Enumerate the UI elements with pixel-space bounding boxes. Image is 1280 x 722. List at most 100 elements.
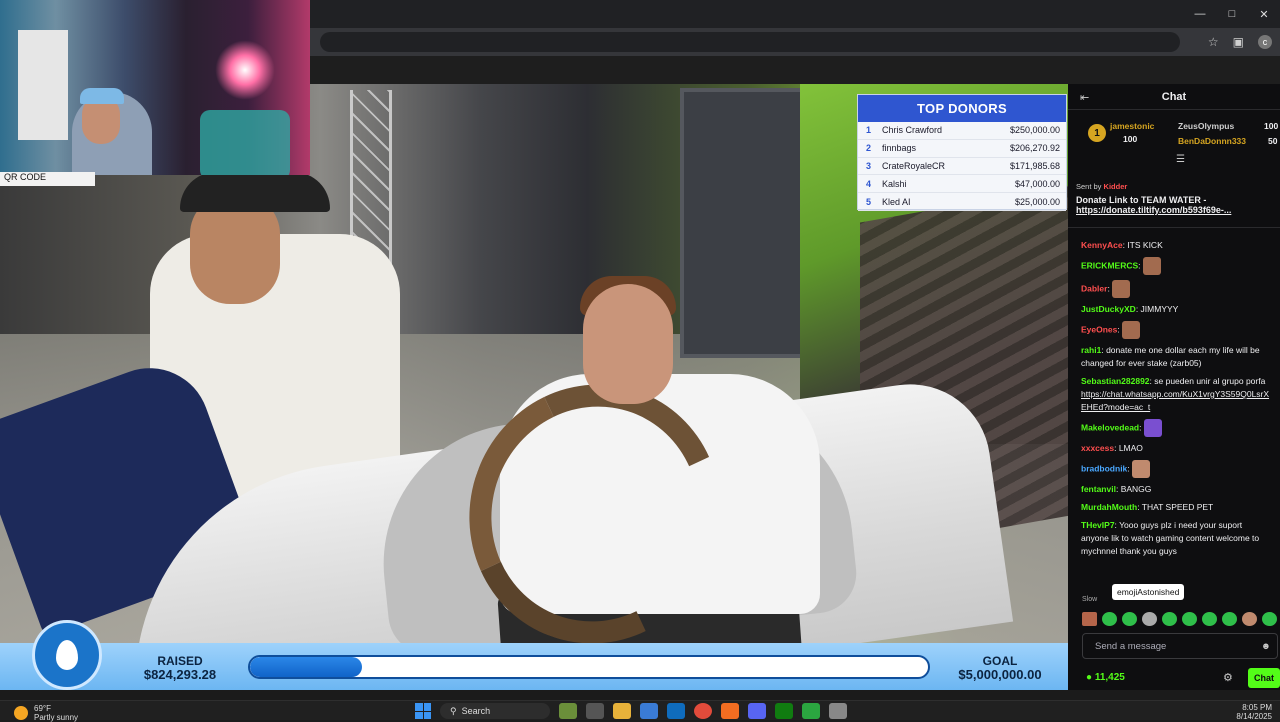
- collapse-chat-icon[interactable]: ⇤: [1080, 91, 1089, 104]
- xbox-icon[interactable]: [775, 703, 793, 719]
- chat-username[interactable]: bradbodnik: [1081, 463, 1127, 473]
- progress-fill: [250, 657, 362, 677]
- leaderboard-rank-badge: 1: [1088, 124, 1106, 142]
- task-view-icon[interactable]: [586, 703, 604, 719]
- chat-text: donate me one dollar each my life will b…: [1081, 345, 1260, 368]
- chat-message: THevIP7: Yooo guys plz i need your supor…: [1081, 520, 1260, 556]
- chat-text: LMAO: [1118, 443, 1143, 453]
- taskbar-search[interactable]: ⚲ Search: [440, 703, 550, 719]
- donor-amount: $25,000.00: [1014, 196, 1060, 207]
- chrome-icon[interactable]: [694, 703, 712, 719]
- chat-username[interactable]: THevIP7: [1081, 520, 1115, 530]
- taskbar-search-label: Search: [461, 706, 491, 716]
- video-person-head: [583, 284, 673, 404]
- weather-widget[interactable]: 69°F Partly sunny: [34, 704, 78, 722]
- chat-username[interactable]: fentanvil: [1081, 484, 1116, 494]
- pinned-sent-by-label: Sent by: [1076, 182, 1102, 191]
- webcam-streamer-cap: [80, 88, 124, 104]
- goal-label: GOAL: [982, 654, 1018, 668]
- emote-icon[interactable]: [1262, 612, 1277, 626]
- video-door: [680, 88, 810, 358]
- leaderboard-user[interactable]: ZeusOlympus: [1178, 121, 1234, 131]
- emote-icon[interactable]: [1102, 612, 1117, 626]
- chat-username[interactable]: xxxcess: [1081, 443, 1114, 453]
- weather-temp: 69°F: [34, 704, 51, 713]
- emote-icon[interactable]: [1202, 612, 1217, 626]
- settings-icon[interactable]: [829, 703, 847, 719]
- app-icon[interactable]: [802, 703, 820, 719]
- extensions-icon[interactable]: ▣: [1233, 35, 1244, 49]
- pinned-link[interactable]: https://donate.tiltify.com/b593f69e-...: [1076, 205, 1272, 215]
- start-button[interactable]: [415, 703, 431, 719]
- app-icon[interactable]: [559, 703, 577, 719]
- webcam-qr-tag: QR CODE: [0, 172, 95, 186]
- chat-username[interactable]: JustDuckyXD: [1081, 304, 1136, 314]
- progress-track: [248, 655, 930, 679]
- pinned-sent-by-user[interactable]: Kidder: [1104, 182, 1128, 191]
- leaderboard-user[interactable]: BenDaDonnn333: [1178, 136, 1246, 146]
- chat-message: bradbodnik:: [1068, 459, 1280, 482]
- chat-username[interactable]: rahi1: [1081, 345, 1101, 355]
- chat-link[interactable]: https://chat.whatsapp.com/KuX1vrgY3S59Q0…: [1081, 389, 1269, 412]
- donor-amount: $250,000.00: [1009, 125, 1060, 136]
- chat-text: THAT SPEED PET: [1141, 502, 1214, 512]
- close-icon[interactable]: ✕: [1248, 0, 1280, 28]
- chat-message: Dabler:: [1068, 279, 1280, 302]
- discord-icon[interactable]: [748, 703, 766, 719]
- system-clock[interactable]: 8:05 PM 8/14/2025: [1236, 703, 1272, 721]
- emote-icon[interactable]: [1082, 612, 1097, 626]
- webcam-overlay: [0, 0, 310, 175]
- donor-name: Kled AI: [882, 196, 911, 207]
- emote-icon[interactable]: [1122, 612, 1137, 626]
- donor-name: Chris Crawford: [882, 125, 943, 136]
- file-explorer-icon[interactable]: [613, 703, 631, 719]
- water-drop-icon: [56, 640, 78, 670]
- donor-row: 4 Kalshi $47,000.00: [858, 175, 1066, 194]
- slow-mode-label: Slow: [1082, 596, 1098, 603]
- donor-name: finnbags: [882, 143, 917, 154]
- pinned-message: Sent by Kidder Donate Link to TEAM WATER…: [1068, 176, 1280, 228]
- chat-input[interactable]: Send a message ☻: [1082, 633, 1278, 659]
- chat-message: Makelovedead:: [1068, 418, 1280, 441]
- gift-leaderboard: 1 jamestonic 100 ZeusOlympus 100 BenDaDo…: [1068, 112, 1280, 165]
- top-donors-panel: TOP DONORS 1 Chris Crawford $250,000.00 …: [857, 94, 1067, 211]
- chat-username[interactable]: KennyAce: [1081, 240, 1123, 250]
- chat-message: xxxcess: LMAO: [1081, 443, 1143, 453]
- chat-username[interactable]: Makelovedead: [1081, 422, 1139, 432]
- emote-icon[interactable]: [1222, 612, 1237, 626]
- minimize-icon[interactable]: —: [1184, 0, 1216, 28]
- emote-picker-row[interactable]: [1082, 612, 1280, 626]
- raised-value: $824,293.28: [143, 667, 217, 682]
- emoji-icon[interactable]: ☻: [1261, 641, 1271, 652]
- taskbar-apps: ⚲ Search: [415, 702, 847, 720]
- chat-username[interactable]: MurdahMouth: [1081, 502, 1137, 512]
- expand-leaderboard-icon[interactable]: ☰: [1176, 154, 1185, 165]
- restore-icon[interactable]: □: [1216, 0, 1248, 28]
- emote-icon[interactable]: [1162, 612, 1177, 626]
- chat-username[interactable]: EyeOnes: [1081, 324, 1117, 334]
- star-icon[interactable]: ☆: [1208, 35, 1219, 49]
- send-chat-button[interactable]: Chat: [1248, 668, 1280, 688]
- search-icon: ⚲: [450, 705, 457, 716]
- app-icon[interactable]: [721, 703, 739, 719]
- chat-username[interactable]: Dabler: [1081, 283, 1107, 293]
- leaderboard-user[interactable]: jamestonic: [1110, 121, 1154, 131]
- gear-icon[interactable]: ⚙: [1223, 671, 1233, 684]
- chat-text: se pueden unir al grupo porfa: [1154, 376, 1266, 386]
- toolbar-icons: ☆ ▣ c: [1208, 32, 1272, 52]
- donor-amount: $47,000.00: [1014, 178, 1060, 189]
- chat-username[interactable]: ERICKMERCS: [1081, 260, 1138, 270]
- outlook-icon[interactable]: [667, 703, 685, 719]
- chat-text: ITS KICK: [1127, 240, 1163, 250]
- emote-icon[interactable]: [1242, 612, 1257, 626]
- weather-icon[interactable]: [14, 706, 28, 720]
- emote-icon[interactable]: [1142, 612, 1157, 626]
- chat-input-placeholder: Send a message: [1095, 640, 1167, 652]
- profile-avatar[interactable]: c: [1258, 35, 1272, 49]
- address-bar[interactable]: [320, 32, 1180, 52]
- leaderboard-count: 50: [1268, 136, 1278, 146]
- emote-icon[interactable]: [1182, 612, 1197, 626]
- chat-username[interactable]: Sebastian282892: [1081, 376, 1150, 386]
- store-icon[interactable]: [640, 703, 658, 719]
- donor-amount: $171,985.68: [1009, 160, 1060, 171]
